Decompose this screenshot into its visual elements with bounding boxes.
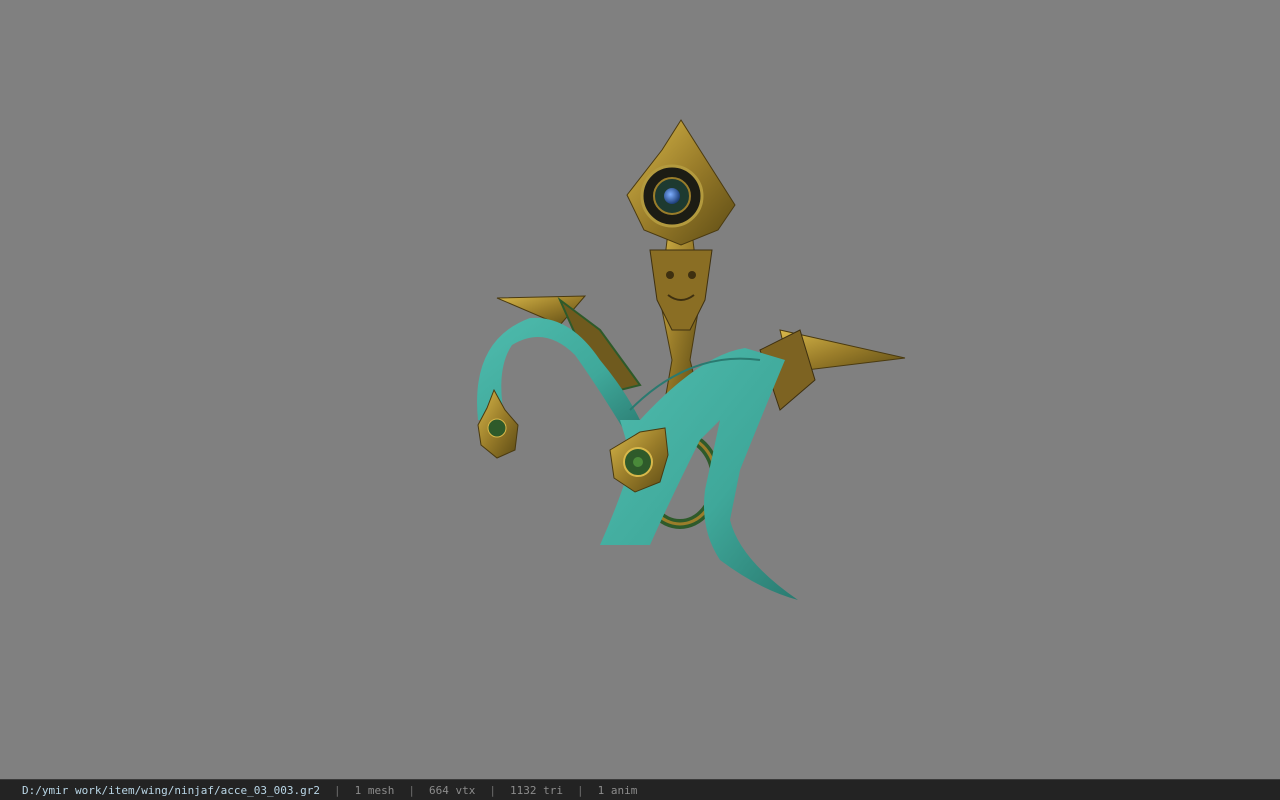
separator: |	[576, 783, 584, 797]
vertex-count: 664 vtx	[429, 783, 476, 797]
ornate-accessory-model[interactable]	[0, 0, 1280, 779]
center-medallion	[609, 427, 669, 493]
status-bar: D:/ymir work/item/wing/ninjaf/acce_03_00…	[0, 779, 1280, 800]
mesh-count: 1 mesh	[354, 783, 395, 797]
separator: |	[408, 783, 416, 797]
separator: |	[489, 783, 496, 797]
triangle-count: 1132 tri	[510, 783, 563, 797]
blue-gem-icon	[664, 188, 680, 204]
3d-viewport[interactable]	[0, 0, 1280, 779]
separator: |	[334, 783, 341, 797]
animation-count: 1 anim	[597, 783, 638, 797]
top-crest	[626, 119, 736, 246]
right-spike-arm	[759, 329, 906, 411]
file-path: D:/ymir work/item/wing/ninjaf/acce_03_00…	[22, 783, 321, 797]
